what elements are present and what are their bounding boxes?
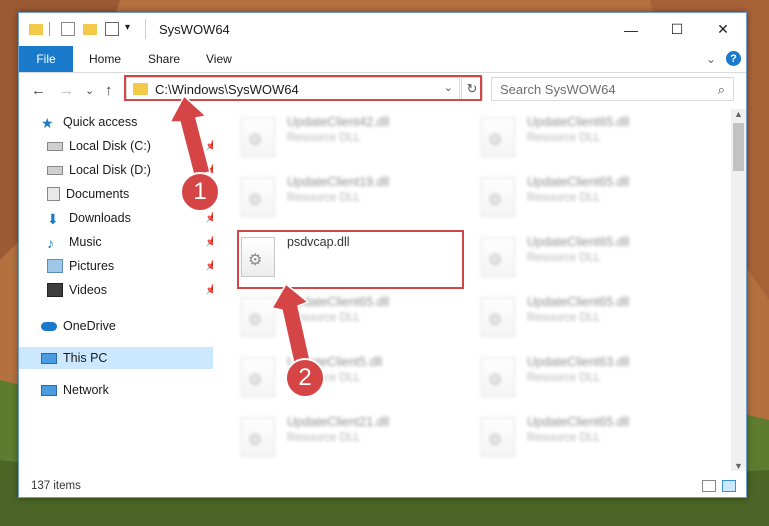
annotation-arrows [168,94,311,365]
arrow-1-icon [168,94,211,177]
step-badge-1: 1 [180,172,220,212]
step-badge-2: 2 [285,358,325,398]
arrow-2-icon [270,282,311,365]
